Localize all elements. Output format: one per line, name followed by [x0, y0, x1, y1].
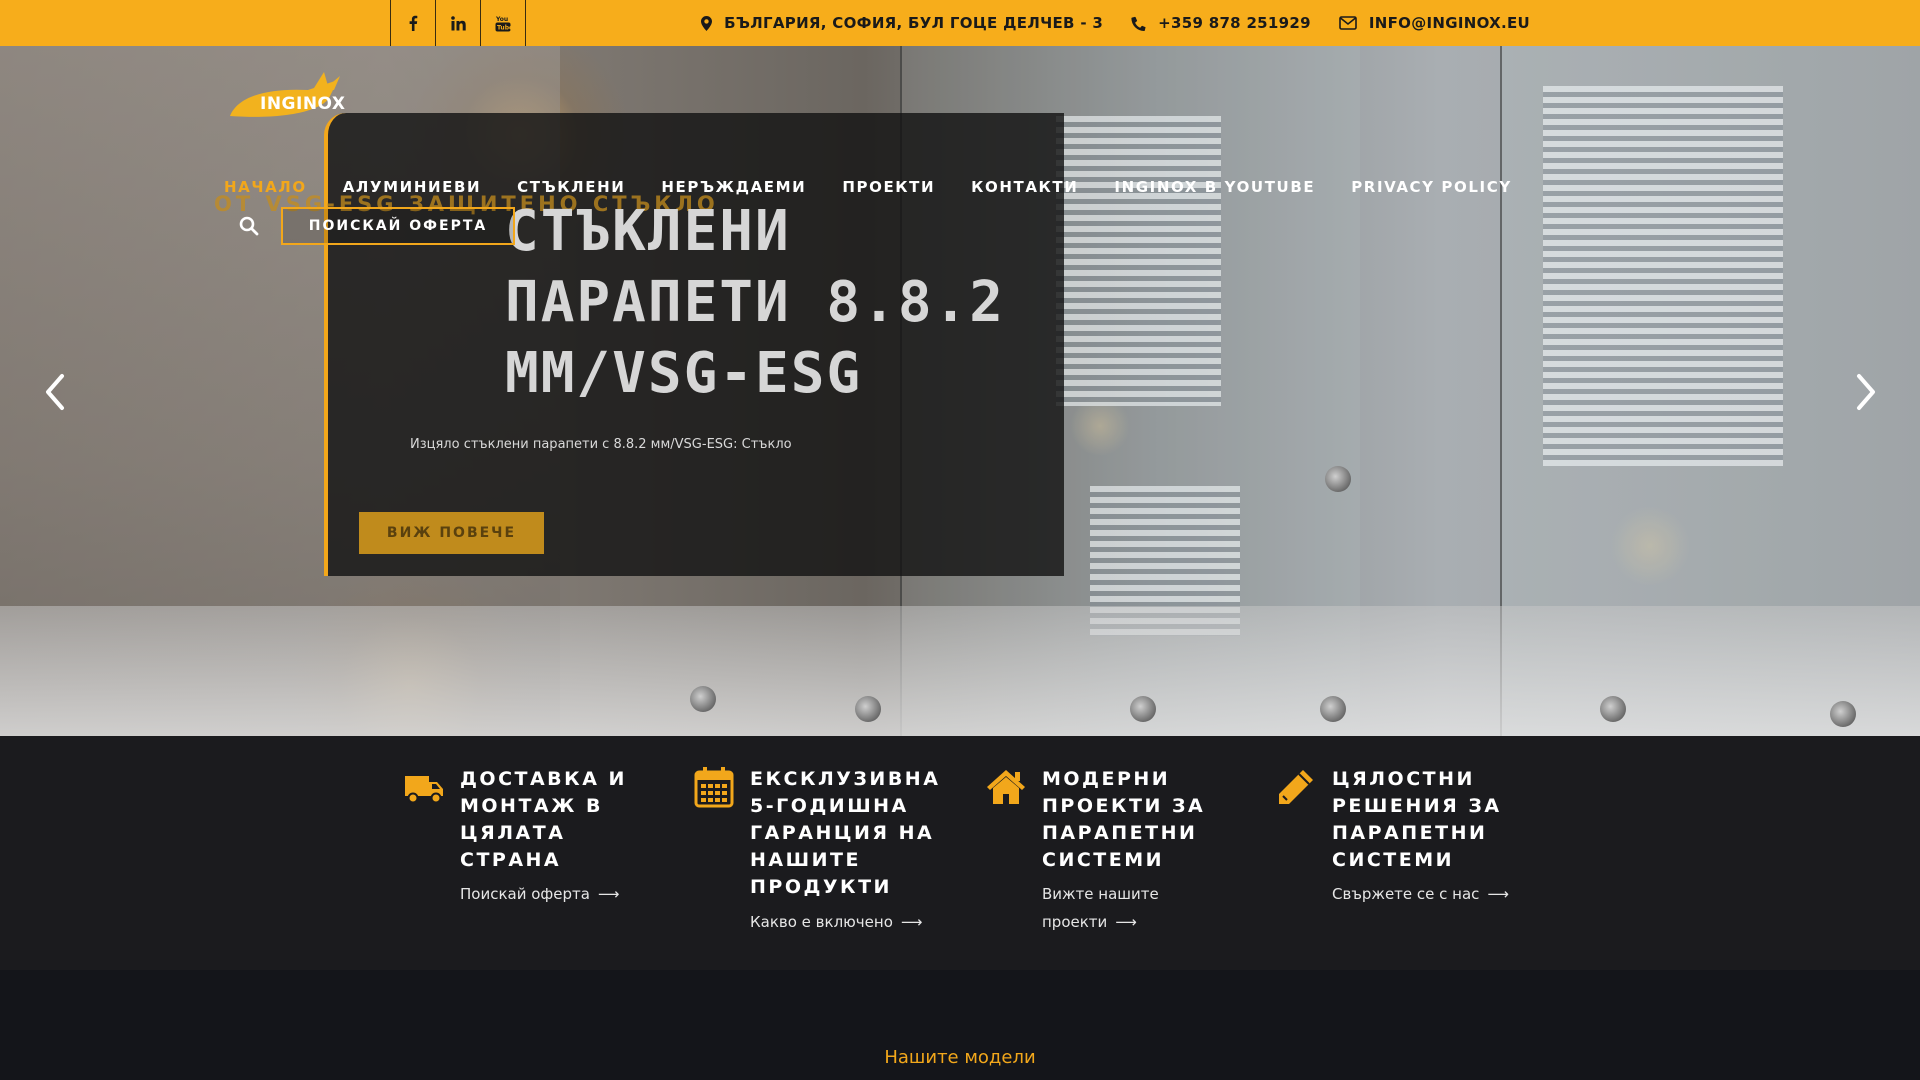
youtube-icon: YouTube — [495, 16, 511, 31]
arrow-right-icon: ⟶ — [597, 885, 620, 903]
nav-item-youtube[interactable]: INGINOX В YOUTUBE — [1114, 178, 1315, 196]
hero-background-floor — [0, 606, 1920, 736]
feature-link[interactable]: Свържете се с нас ⟶ — [1332, 880, 1532, 908]
search-button[interactable] — [239, 216, 259, 236]
feature-link-label: Какво е включено — [750, 913, 893, 931]
calendar-icon — [693, 766, 735, 808]
hero-title: СТЪКЛЕНИ ПАРАПЕТИ 8.8.2 ММ/VSG-ESG — [505, 196, 1065, 409]
feature-title: ДОСТАВКА И МОНТАЖ В ЦЯЛАТА СТРАНА — [460, 768, 627, 871]
linkedin-link[interactable] — [436, 0, 481, 46]
nav-item-stainless[interactable]: НЕРЪЖДАЕМИ — [661, 178, 806, 196]
nav-item-privacy[interactable]: PRIVACY POLICY — [1351, 178, 1512, 196]
feature-title: ЕКСКЛУЗИВНА 5-ГОДИШНА ГАРАНЦИЯ НА НАШИТЕ… — [750, 768, 941, 898]
email-item[interactable]: INFO@INGINOX.EU — [1339, 14, 1530, 32]
svg-text:Tube: Tube — [497, 24, 511, 31]
see-more-button[interactable]: ВИЖ ПОВЕЧЕ — [359, 512, 544, 554]
hero-title-line: ПАРАПЕТИ 8.8.2 — [505, 270, 1006, 335]
phone-text: +359 878 251929 — [1158, 14, 1311, 32]
feature-link-label: Вижте нашите проекти — [1042, 885, 1159, 931]
feature-link-label: Свържете се с нас — [1332, 885, 1480, 903]
hero-background-bolt — [1325, 466, 1351, 492]
feature-link-label: Поискай оферта — [460, 885, 590, 903]
map-marker-icon — [701, 15, 713, 31]
request-offer-button[interactable]: ПОИСКАЙ ОФЕРТА — [281, 207, 515, 245]
nav-item-glass[interactable]: СТЪКЛЕНИ — [517, 178, 625, 196]
hero-background-bolt — [855, 696, 881, 722]
home-icon — [985, 766, 1027, 808]
contact-info: БЪЛГАРИЯ, СОФИЯ, БУЛ ГОЦЕ ДЕЛЧЕВ - 3 +35… — [701, 0, 1530, 46]
phone-item[interactable]: +359 878 251929 — [1131, 14, 1311, 32]
nav-item-projects[interactable]: ПРОЕКТИ — [842, 178, 935, 196]
hero-background-bolt — [1130, 696, 1156, 722]
hero-background-bolt — [690, 686, 716, 712]
chevron-left-icon — [46, 374, 64, 410]
main-nav: НАЧАЛО АЛУМИНИЕВИ СТЪКЛЕНИ НЕРЪЖДАЕМИ ПР… — [224, 178, 1512, 196]
truck-icon — [403, 766, 445, 808]
feature-link[interactable]: Какво е включено ⟶ — [750, 908, 950, 936]
nav-item-home[interactable]: НАЧАЛО — [224, 178, 307, 196]
social-links: YouTube — [390, 0, 526, 46]
search-icon — [239, 216, 259, 236]
hero-background-bolt — [1320, 696, 1346, 722]
linkedin-icon — [450, 15, 466, 30]
models-title: Нашите модели — [884, 1047, 1036, 1068]
arrow-right-icon: ⟶ — [1487, 885, 1509, 903]
nav-item-contacts[interactable]: КОНТАКТИ — [971, 178, 1078, 196]
email-text: INFO@INGINOX.EU — [1368, 14, 1530, 32]
nav-item-aluminium[interactable]: АЛУМИНИЕВИ — [343, 178, 481, 196]
site-logo[interactable]: INGINOX — [228, 70, 348, 120]
address-item: БЪЛГАРИЯ, СОФИЯ, БУЛ ГОЦЕ ДЕЛЧЕВ - 3 — [701, 14, 1103, 32]
chevron-right-icon — [1857, 374, 1875, 410]
arrow-right-icon: ⟶ — [1115, 913, 1137, 931]
arrow-right-icon: ⟶ — [900, 913, 923, 931]
hero-title-line: ММ/VSG-ESG — [505, 341, 863, 406]
hero-subtitle: Изцяло стъклени парапети с 8.8.2 мм/VSG-… — [410, 437, 792, 452]
hero-background-bolt — [1830, 701, 1856, 727]
facebook-link[interactable] — [391, 0, 436, 46]
feature-link[interactable]: Вижте нашите проекти ⟶ — [1042, 880, 1182, 936]
feature-link[interactable]: Поискай оферта ⟶ — [460, 880, 660, 908]
models-section: Нашите модели — [0, 970, 1920, 1080]
facebook-icon — [409, 15, 418, 31]
slider-next-arrow[interactable] — [1851, 370, 1881, 414]
logo-text: INGINOX — [260, 94, 346, 114]
hero-title-line: СТЪКЛЕНИ — [505, 199, 791, 264]
slider-prev-arrow[interactable] — [40, 370, 70, 414]
top-bar: YouTube БЪЛГАРИЯ, СОФИЯ, БУЛ ГОЦЕ ДЕЛЧЕВ… — [0, 0, 1920, 46]
feature-title: МОДЕРНИ ПРОЕКТИ ЗА ПАРАПЕТНИ СИСТЕМИ — [1042, 768, 1206, 871]
youtube-link[interactable]: YouTube — [481, 0, 526, 46]
address-text: БЪЛГАРИЯ, СОФИЯ, БУЛ ГОЦЕ ДЕЛЧЕВ - 3 — [724, 14, 1104, 32]
pencil-icon — [1275, 766, 1317, 808]
features-section: ДОСТАВКА И МОНТАЖ В ЦЯЛАТА СТРАНА Поиска… — [0, 736, 1920, 970]
feature-title: ЦЯЛОСТНИ РЕШЕНИЯ ЗА ПАРАПЕТНИ СИСТЕМИ — [1332, 768, 1502, 871]
hero-background-bolt — [1600, 696, 1626, 722]
svg-text:You: You — [495, 16, 508, 23]
envelope-icon — [1339, 16, 1357, 30]
phone-icon — [1131, 16, 1146, 31]
